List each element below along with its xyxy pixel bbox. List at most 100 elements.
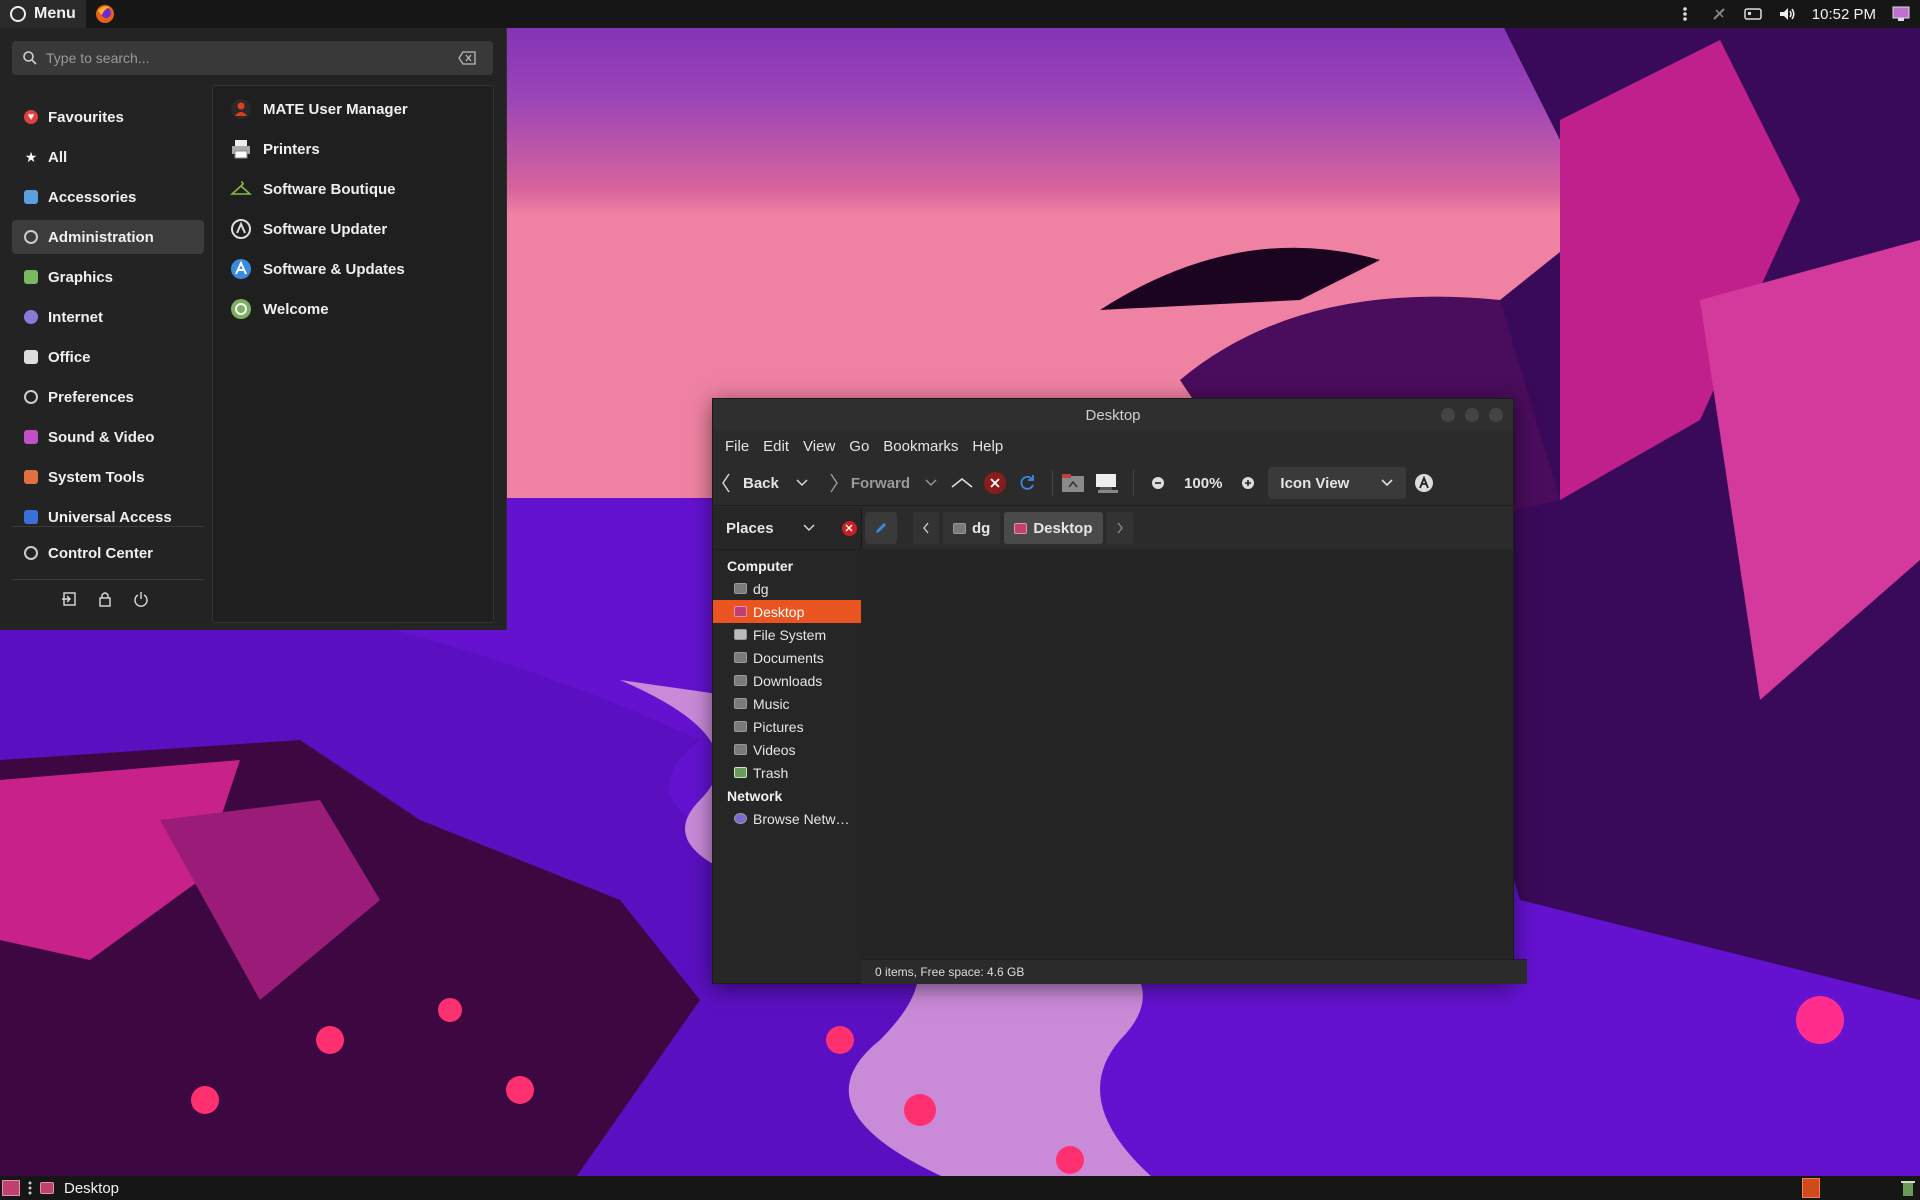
sidebar-item-file-system[interactable]: File System (713, 623, 861, 646)
close-sidebar-icon[interactable] (841, 520, 857, 536)
category-label: Favourites (48, 108, 124, 126)
clear-search-icon[interactable] (458, 51, 476, 65)
app-printers[interactable]: Printers (229, 132, 483, 166)
app-welcome[interactable]: Welcome (229, 292, 483, 326)
sidebar-item-music[interactable]: Music (713, 692, 861, 715)
ubuntu-logo-icon (10, 6, 26, 22)
sidebar-item-dg[interactable]: dg (713, 577, 861, 600)
volume-icon[interactable] (1778, 5, 1796, 23)
logout-icon[interactable] (60, 590, 78, 608)
stop-icon[interactable] (984, 472, 1007, 494)
administration-icon (24, 230, 38, 244)
more-options-icon[interactable] (1676, 5, 1694, 23)
sidebar-item-label: Trash (753, 764, 789, 781)
category-office[interactable]: Office (12, 340, 204, 374)
category-all[interactable]: ★ All (12, 140, 204, 174)
sidebar-item-downloads[interactable]: Downloads (713, 669, 861, 692)
category-graphics[interactable]: Graphics (12, 260, 204, 294)
clock[interactable]: 10:52 PM (1812, 6, 1876, 23)
category-universal-access[interactable]: Universal Access (12, 500, 204, 534)
app-mate-user-manager[interactable]: MATE User Manager (229, 92, 483, 126)
category-system-tools[interactable]: System Tools (12, 460, 204, 494)
menu-file[interactable]: File (725, 438, 749, 455)
show-desktop-button[interactable] (2, 1180, 20, 1196)
app-label: Software Updater (263, 220, 388, 238)
forward-label: Forward (850, 474, 911, 492)
show-desktop-icon[interactable] (1892, 5, 1910, 23)
forward-button[interactable]: Forward (829, 467, 910, 499)
panel-handle-icon[interactable] (27, 1180, 33, 1196)
category-label: Office (48, 348, 91, 366)
category-label: System Tools (48, 468, 145, 486)
control-center-label: Control Center (48, 544, 153, 562)
back-history-dropdown-icon[interactable] (795, 478, 809, 488)
minimize-button[interactable] (1441, 408, 1455, 422)
app-label: MATE User Manager (263, 100, 408, 118)
menu-bookmarks[interactable]: Bookmarks (883, 438, 958, 455)
home-folder-icon[interactable] (1061, 472, 1085, 494)
category-sound-video[interactable]: Sound & Video (12, 420, 204, 454)
path-scroll-left[interactable] (913, 512, 939, 544)
sidebar-item-pictures[interactable]: Pictures (713, 715, 861, 738)
sidebar-item-desktop[interactable]: Desktop (713, 600, 861, 623)
file-view-area[interactable] (861, 549, 1513, 959)
chevron-down-icon[interactable] (802, 523, 816, 533)
maximize-button[interactable] (1465, 408, 1479, 422)
category-favourites[interactable]: ♥ Favourites (12, 100, 204, 134)
app-software-boutique[interactable]: Software Boutique (229, 172, 483, 206)
menu-view[interactable]: View (803, 438, 835, 455)
up-arrow-icon[interactable] (950, 476, 974, 490)
printer-icon (229, 137, 253, 161)
back-button[interactable]: Back (721, 467, 779, 499)
category-accessories[interactable]: Accessories (12, 180, 204, 214)
computer-icon[interactable] (1095, 472, 1119, 494)
menu-go[interactable]: Go (849, 438, 869, 455)
sidebar-item-browse-network[interactable]: Browse Netw… (713, 807, 861, 830)
category-preferences[interactable]: Preferences (12, 380, 204, 414)
firefox-icon[interactable] (94, 3, 116, 25)
trash-applet-icon[interactable] (1900, 1179, 1916, 1197)
close-button[interactable] (1489, 408, 1503, 422)
app-label: Software Boutique (263, 180, 396, 198)
path-scroll-right[interactable] (1106, 512, 1133, 544)
forward-history-dropdown-icon[interactable] (924, 478, 938, 488)
search-input[interactable] (44, 49, 458, 67)
category-internet[interactable]: Internet (12, 300, 204, 334)
app-software-updates[interactable]: Software & Updates (229, 252, 483, 286)
toolbar: Back Forward 100% Icon View (713, 461, 1513, 506)
category-administration[interactable]: Administration (12, 220, 204, 254)
category-label: Accessories (48, 188, 137, 206)
lock-icon[interactable] (96, 590, 114, 608)
places-selector[interactable]: Places (726, 520, 774, 537)
internet-icon (24, 310, 38, 324)
reload-icon[interactable] (1018, 474, 1036, 492)
back-label: Back (743, 474, 779, 492)
path-crumb-desktop[interactable]: Desktop (1004, 512, 1103, 544)
sidebar-item-videos[interactable]: Videos (713, 738, 861, 761)
view-mode-select[interactable]: Icon View (1268, 467, 1407, 499)
keyboard-indicator-icon[interactable] (1744, 5, 1762, 23)
workspace-switcher[interactable] (1802, 1178, 1820, 1198)
zoom-out-icon[interactable] (1150, 475, 1166, 491)
sidebar-item-trash[interactable]: Trash (713, 761, 861, 784)
search-files-icon[interactable] (1414, 473, 1434, 493)
power-icon[interactable] (132, 590, 150, 608)
path-bar: dg Desktop (861, 507, 1517, 550)
session-separator (12, 579, 204, 580)
sidebar-item-documents[interactable]: Documents (713, 646, 861, 669)
search-box[interactable] (12, 41, 493, 75)
menu-edit[interactable]: Edit (763, 438, 789, 455)
app-software-updater[interactable]: Software Updater (229, 212, 483, 246)
toolbar-separator (1133, 470, 1135, 496)
window-titlebar[interactable]: Desktop (713, 399, 1513, 431)
session-buttons (60, 590, 150, 608)
network-disconnected-icon[interactable] (1710, 5, 1728, 23)
edit-location-button[interactable] (865, 512, 897, 544)
menu-help[interactable]: Help (972, 438, 1003, 455)
main-menu-button[interactable]: Menu (0, 0, 86, 28)
path-crumb-dg[interactable]: dg (943, 512, 1001, 544)
category-label: Sound & Video (48, 428, 155, 446)
zoom-in-icon[interactable] (1240, 475, 1256, 491)
control-center-button[interactable]: Control Center (12, 536, 204, 570)
zoom-level[interactable]: 100% (1184, 475, 1222, 492)
